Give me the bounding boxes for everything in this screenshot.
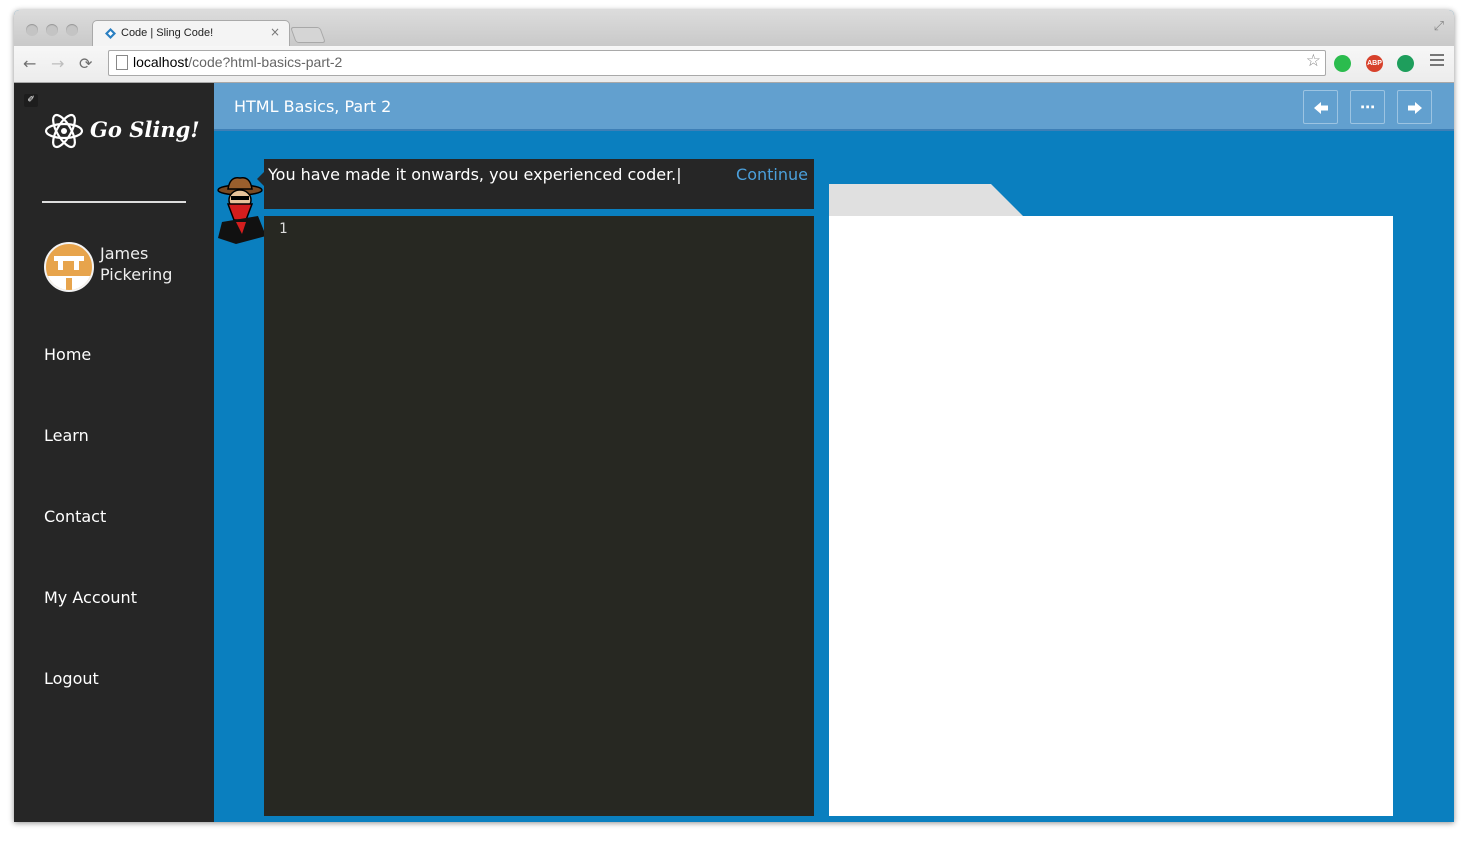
edit-pencil-icon[interactable]: ✐ xyxy=(24,94,38,107)
fullscreen-icon[interactable]: ⤢ xyxy=(1434,19,1444,34)
tab-title: Code | Sling Code! xyxy=(121,27,214,39)
back-icon[interactable]: ← xyxy=(23,54,36,73)
browser-toolbar: ← → ⟳ localhost/code?html-basics-part-2 … xyxy=(14,46,1454,83)
adblock-icon[interactable]: ABP xyxy=(1366,55,1383,72)
lesson-header: HTML Basics, Part 2 ⋯ xyxy=(214,83,1454,131)
close-window-button[interactable] xyxy=(26,24,38,36)
continue-link[interactable]: Continue xyxy=(736,165,808,184)
sling-favicon-icon xyxy=(105,28,116,39)
nav-home[interactable]: Home xyxy=(44,345,91,364)
url-host: localhost xyxy=(133,54,189,70)
preview-pane xyxy=(829,216,1393,816)
bookmark-star-icon[interactable]: ☆ xyxy=(1306,51,1321,71)
browser-window: Code | Sling Code! × ⤢ ← → ⟳ localhost/c… xyxy=(14,10,1454,822)
nav-my-account[interactable]: My Account xyxy=(44,588,137,607)
logo-text[interactable]: Go Sling! xyxy=(90,117,200,142)
address-bar[interactable]: localhost/code?html-basics-part-2 ☆ xyxy=(108,50,1326,76)
code-editor[interactable]: 1 xyxy=(264,216,814,816)
page-icon xyxy=(116,55,128,70)
instruction-text: You have made it onwards, you experience… xyxy=(268,165,682,184)
more-options-icon[interactable]: ⋯ xyxy=(1350,90,1385,124)
previous-arrow-icon[interactable] xyxy=(1303,90,1338,124)
app: Go Sling! James Pickering Home Learn Con… xyxy=(14,83,1454,822)
sidebar-divider xyxy=(42,201,186,203)
new-tab-button[interactable] xyxy=(290,27,326,43)
nav-learn[interactable]: Learn xyxy=(44,426,89,445)
url-path: /code?html-basics-part-2 xyxy=(188,54,343,70)
url-text: localhost/code?html-basics-part-2 xyxy=(133,54,342,70)
user-name[interactable]: James Pickering xyxy=(100,243,200,285)
atom-logo-icon[interactable] xyxy=(44,111,84,151)
nav-logout[interactable]: Logout xyxy=(44,669,99,688)
browser-menu-icon[interactable] xyxy=(1430,54,1444,69)
evernote-icon[interactable] xyxy=(1334,55,1351,72)
zoom-window-button[interactable] xyxy=(66,24,78,36)
grammarly-icon[interactable] xyxy=(1397,55,1414,72)
lesson-title: HTML Basics, Part 2 xyxy=(234,97,392,116)
tab-close-icon[interactable]: × xyxy=(270,25,280,39)
forward-icon[interactable]: → xyxy=(51,54,64,73)
instruction-bar: You have made it onwards, you experience… xyxy=(264,159,814,209)
minimize-window-button[interactable] xyxy=(46,24,58,36)
preview-tab[interactable] xyxy=(829,184,1023,216)
reload-icon[interactable]: ⟳ xyxy=(79,54,92,73)
browser-tab[interactable]: Code | Sling Code! × xyxy=(92,20,290,47)
tab-bar: Code | Sling Code! × ⤢ xyxy=(14,10,1454,47)
avatar[interactable] xyxy=(44,242,94,292)
nav-contact[interactable]: Contact xyxy=(44,507,106,526)
sidebar: Go Sling! James Pickering Home Learn Con… xyxy=(14,83,214,822)
next-arrow-icon[interactable] xyxy=(1397,90,1432,124)
line-number: 1 xyxy=(279,221,288,237)
